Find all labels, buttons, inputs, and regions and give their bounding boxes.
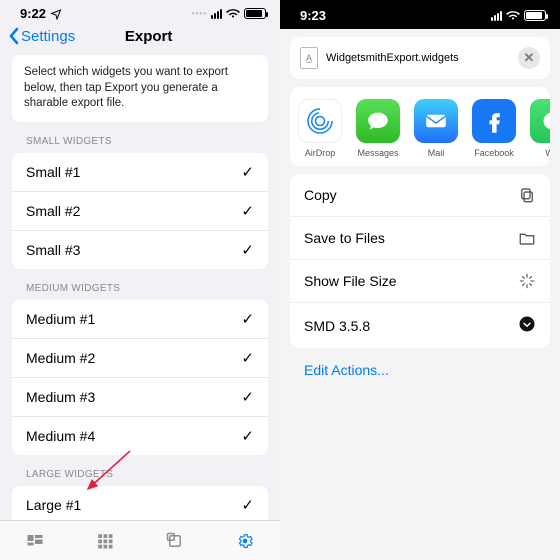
share-app-messages[interactable]: Messages (354, 99, 402, 158)
cellular-icon (211, 9, 222, 19)
share-app-airdrop[interactable]: AirDrop (296, 99, 344, 158)
checkmark-icon: ✓ (241, 388, 254, 406)
checkmark-icon: ✓ (241, 241, 254, 259)
page-title: Export (27, 28, 270, 45)
checkmark-icon: ✓ (241, 349, 254, 367)
checkmark-icon: ✓ (241, 163, 254, 181)
checkmark-icon: ✓ (241, 310, 254, 328)
small-widgets-group: Small #1✓ Small #2✓ Small #3✓ (12, 153, 268, 269)
mail-icon (422, 107, 450, 135)
battery-icon (524, 10, 546, 21)
section-header-large: LARGE WIDGETS (26, 469, 264, 480)
list-item[interactable]: Medium #1✓ (12, 300, 268, 338)
share-app-mail[interactable]: Mail (412, 99, 460, 158)
action-copy[interactable]: Copy (290, 174, 550, 216)
section-header-small: SMALL WIDGETS (26, 136, 264, 147)
intro-text: Select which widgets you want to export … (12, 55, 268, 122)
list-item[interactable]: Medium #2✓ (12, 338, 268, 377)
whatsapp-icon (539, 108, 550, 134)
share-actions-list: Copy Save to Files Show File Size SMD 3.… (290, 174, 550, 348)
nav-bar: Settings Export (0, 23, 280, 55)
checkmark-icon: ✓ (241, 202, 254, 220)
tab-bar (0, 520, 280, 560)
share-app-facebook[interactable]: Facebook (470, 99, 518, 158)
action-save-to-files[interactable]: Save to Files (290, 216, 550, 259)
tab-tools-icon[interactable] (165, 532, 185, 550)
airdrop-icon (305, 106, 335, 136)
list-item[interactable]: Medium #3✓ (12, 377, 268, 416)
close-button[interactable]: ✕ (518, 47, 540, 69)
medium-widgets-group: Medium #1✓ Medium #2✓ Medium #3✓ Medium … (12, 300, 268, 455)
list-item[interactable]: Small #2✓ (12, 191, 268, 230)
status-time: 9:23 (300, 8, 326, 23)
status-bar: 9:23 (280, 0, 560, 29)
wifi-icon (226, 8, 240, 20)
tab-widgets-icon[interactable] (25, 532, 45, 550)
wifi-icon (506, 10, 520, 22)
dots-indicator: •••• (192, 9, 207, 18)
checkmark-icon: ✓ (241, 496, 254, 514)
location-icon (50, 8, 62, 20)
list-item[interactable]: Small #3✓ (12, 230, 268, 269)
copy-icon (518, 186, 536, 204)
share-header: A̲ WidgetsmithExport.widgets ✕ (290, 37, 550, 79)
export-settings-screen: 9:22 •••• Settings Export Select which w… (0, 0, 280, 560)
cellular-icon (491, 11, 502, 21)
facebook-icon (481, 108, 507, 134)
status-time: 9:22 (20, 6, 46, 21)
list-item[interactable]: Medium #4✓ (12, 416, 268, 455)
section-header-medium: MEDIUM WIDGETS (26, 283, 264, 294)
share-sheet-screen: 9:23 A̲ WidgetsmithExport.widgets ✕ AirD… (280, 0, 560, 560)
battery-icon (244, 8, 266, 19)
folder-icon (518, 229, 536, 247)
messages-icon (364, 107, 392, 135)
sparkle-icon (518, 272, 536, 290)
share-filename: WidgetsmithExport.widgets (326, 52, 459, 64)
document-icon: A̲ (300, 47, 318, 69)
checkmark-icon: ✓ (241, 427, 254, 445)
share-apps-row[interactable]: AirDrop Messages Mail Facebook Wh (290, 87, 550, 166)
edit-actions-button[interactable]: Edit Actions... (280, 348, 560, 392)
share-app-whatsapp[interactable]: Wh (528, 99, 550, 158)
chevron-left-icon (8, 27, 19, 45)
list-item[interactable]: Small #1✓ (12, 153, 268, 191)
chevron-down-circle-icon (518, 315, 536, 336)
list-item[interactable]: Large #1✓ (12, 486, 268, 524)
action-show-file-size[interactable]: Show File Size (290, 259, 550, 302)
status-bar: 9:22 •••• (0, 0, 280, 23)
tab-grid-icon[interactable] (95, 532, 115, 550)
action-smd[interactable]: SMD 3.5.8 (290, 302, 550, 348)
large-widgets-group: Large #1✓ (12, 486, 268, 524)
tab-settings-icon[interactable] (235, 532, 255, 550)
